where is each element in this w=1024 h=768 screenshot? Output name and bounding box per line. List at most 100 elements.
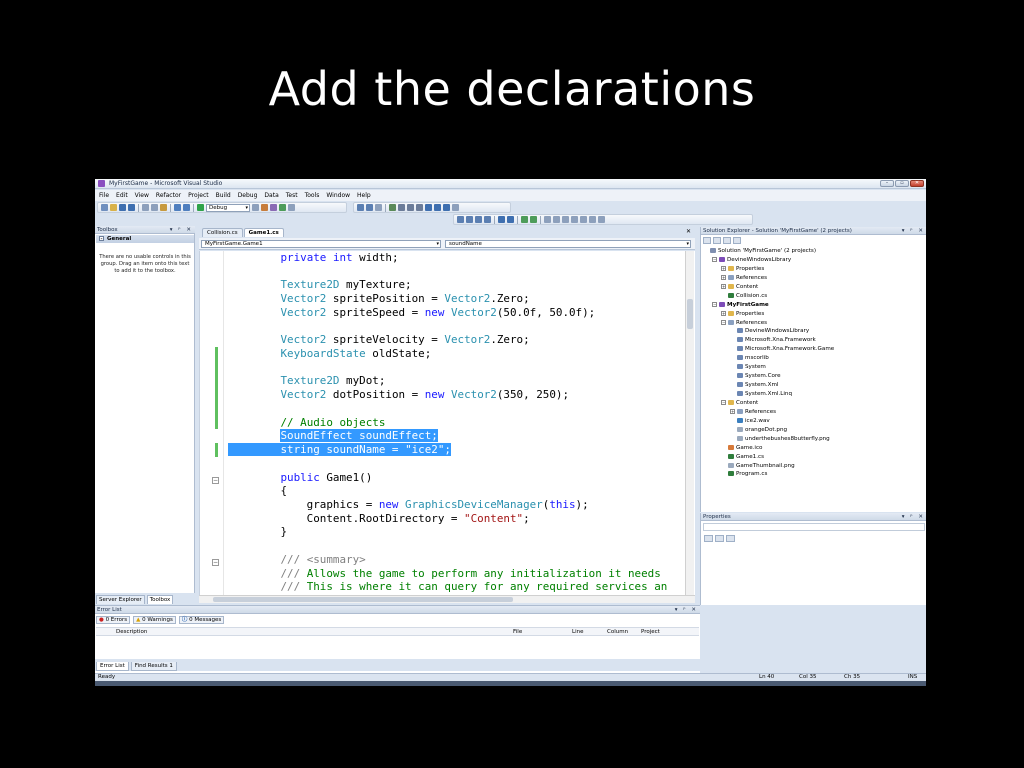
solution-explorer-icon[interactable]: [261, 204, 268, 211]
errors-filter-button[interactable]: ● 0 Errors: [96, 616, 131, 624]
collapse-icon[interactable]: −: [712, 301, 717, 307]
clear-bookmarks-icon[interactable]: [589, 216, 596, 223]
tree-node[interactable]: ice2.wav: [703, 417, 925, 426]
uncomment-lines-icon[interactable]: [530, 216, 537, 223]
code-line[interactable]: [228, 457, 695, 471]
tree-node[interactable]: − References: [703, 319, 925, 328]
step-over-icon[interactable]: [434, 204, 441, 211]
new-project-icon[interactable]: [101, 204, 108, 211]
prev-bookmark-folder-icon[interactable]: [571, 216, 578, 223]
property-pages-icon[interactable]: [726, 535, 735, 542]
menu-edit[interactable]: Edit: [116, 192, 128, 199]
tree-node[interactable]: Microsoft.Xna.Framework: [703, 336, 925, 345]
vertical-scrollbar[interactable]: [685, 251, 694, 595]
code-line[interactable]: SoundEffect soundEffect;: [228, 429, 695, 443]
open-file-icon[interactable]: [110, 204, 117, 211]
solution-configuration-select[interactable]: Debug: [206, 203, 250, 212]
tree-node[interactable]: − MyFirstGame: [703, 301, 925, 310]
code-line[interactable]: Vector2 spriteVelocity = Vector2.Zero;: [228, 333, 695, 347]
comment-lines-icon[interactable]: [521, 216, 528, 223]
tab-game1-cs[interactable]: Game1.cs: [243, 228, 284, 237]
collapse-icon[interactable]: −: [721, 399, 726, 405]
tree-node[interactable]: Microsoft.Xna.Framework.Game: [703, 345, 925, 354]
tree-node[interactable]: Game.ico: [703, 444, 925, 453]
restart-icon[interactable]: [416, 204, 423, 211]
code-line[interactable]: [228, 265, 695, 279]
menu-test[interactable]: Test: [286, 192, 298, 199]
expand-icon[interactable]: +: [721, 310, 726, 316]
scroll-thumb[interactable]: [213, 597, 513, 602]
pin-icon[interactable]: ▾ ᵖ ✕: [170, 226, 193, 234]
pin-icon[interactable]: ▾ ᵖ ✕: [902, 227, 925, 235]
cut-icon[interactable]: [142, 204, 149, 211]
show-all-files-icon[interactable]: [713, 237, 721, 244]
quick-info-icon[interactable]: [475, 216, 482, 223]
refresh-icon[interactable]: [723, 237, 731, 244]
selected-text[interactable]: SoundEffect soundEffect;: [280, 429, 438, 443]
pin-icon[interactable]: ▾ ᵖ ✕: [902, 513, 925, 521]
redo-icon[interactable]: [183, 204, 190, 211]
tree-node[interactable]: mscorlib: [703, 354, 925, 363]
find-icon[interactable]: [252, 204, 259, 211]
stop-debugging-icon[interactable]: [407, 204, 414, 211]
tree-node[interactable]: System.Xml.Linq: [703, 390, 925, 399]
tree-node[interactable]: Solution 'MyFirstGame' (2 projects): [703, 247, 925, 256]
column-column[interactable]: Column: [607, 628, 628, 636]
tree-node[interactable]: + Properties: [703, 265, 925, 274]
collapse-region-icon[interactable]: −: [212, 477, 219, 484]
menu-project[interactable]: Project: [188, 192, 209, 199]
code-line[interactable]: Texture2D myDot;: [228, 374, 695, 388]
menu-window[interactable]: Window: [326, 192, 350, 199]
code-line[interactable]: graphics = new GraphicsDeviceManager(thi…: [228, 498, 695, 512]
parameter-info-icon[interactable]: [466, 216, 473, 223]
tree-node[interactable]: Game1.cs: [703, 453, 925, 462]
code-line[interactable]: string soundName = "ice2";: [228, 443, 695, 457]
view-class-diagram-icon[interactable]: [733, 237, 741, 244]
step-out-icon[interactable]: [443, 204, 450, 211]
toolbar-options-icon[interactable]: [598, 216, 605, 223]
code-line[interactable]: }: [228, 525, 695, 539]
scroll-thumb[interactable]: [687, 299, 693, 329]
tree-node[interactable]: − DevineWindowsLibrary: [703, 256, 925, 265]
properties-window-icon[interactable]: [270, 204, 277, 211]
tree-node[interactable]: GameThumbnail.png: [703, 462, 925, 471]
menu-view[interactable]: View: [135, 192, 149, 199]
code-line[interactable]: [228, 361, 695, 375]
close-window-button[interactable]: ✕: [910, 180, 924, 187]
menu-file[interactable]: File: [99, 192, 109, 199]
continue-icon[interactable]: [389, 204, 396, 211]
collapse-icon[interactable]: −: [721, 319, 726, 325]
messages-filter-button[interactable]: ⓘ 0 Messages: [178, 616, 225, 624]
hex-display-icon[interactable]: [452, 204, 459, 211]
outdent-icon[interactable]: [498, 216, 505, 223]
expand-icon[interactable]: +: [721, 283, 726, 289]
expand-icon[interactable]: +: [730, 408, 735, 414]
menu-refactor[interactable]: Refactor: [156, 192, 181, 199]
code-line[interactable]: /// Allows the game to perform any initi…: [228, 567, 695, 581]
break-all-icon[interactable]: [398, 204, 405, 211]
code-editor[interactable]: − − private int width; Texture2D myTextu…: [199, 251, 695, 595]
code-line[interactable]: Content.RootDirectory = "Content";: [228, 512, 695, 526]
toolbox-icon[interactable]: [279, 204, 286, 211]
code-line[interactable]: [228, 539, 695, 553]
tree-node[interactable]: orangeDot.png: [703, 426, 925, 435]
tree-node[interactable]: + Content: [703, 283, 925, 292]
tree-node[interactable]: + Properties: [703, 310, 925, 319]
start-debugging-icon[interactable]: [197, 204, 204, 211]
collapse-icon[interactable]: –: [99, 236, 104, 241]
tree-node[interactable]: Program.cs: [703, 470, 925, 479]
copy-icon[interactable]: [151, 204, 158, 211]
expand-icon[interactable]: +: [721, 274, 726, 280]
maximize-button[interactable]: ▫: [895, 180, 909, 187]
pin-icon[interactable]: ▾ ᵖ ✕: [675, 606, 698, 614]
tab-collision-cs[interactable]: Collision.cs: [202, 228, 243, 237]
save-all-icon[interactable]: [128, 204, 135, 211]
code-line[interactable]: /// This is where it can query for any r…: [228, 580, 695, 594]
format-icon[interactable]: [366, 204, 373, 211]
toggle-bookmark-icon[interactable]: [544, 216, 551, 223]
code-line[interactable]: {: [228, 484, 695, 498]
minimize-button[interactable]: –: [880, 180, 894, 187]
tab-find-results[interactable]: Find Results 1: [130, 662, 177, 671]
tree-node[interactable]: System.Core: [703, 372, 925, 381]
menu-build[interactable]: Build: [216, 192, 231, 199]
